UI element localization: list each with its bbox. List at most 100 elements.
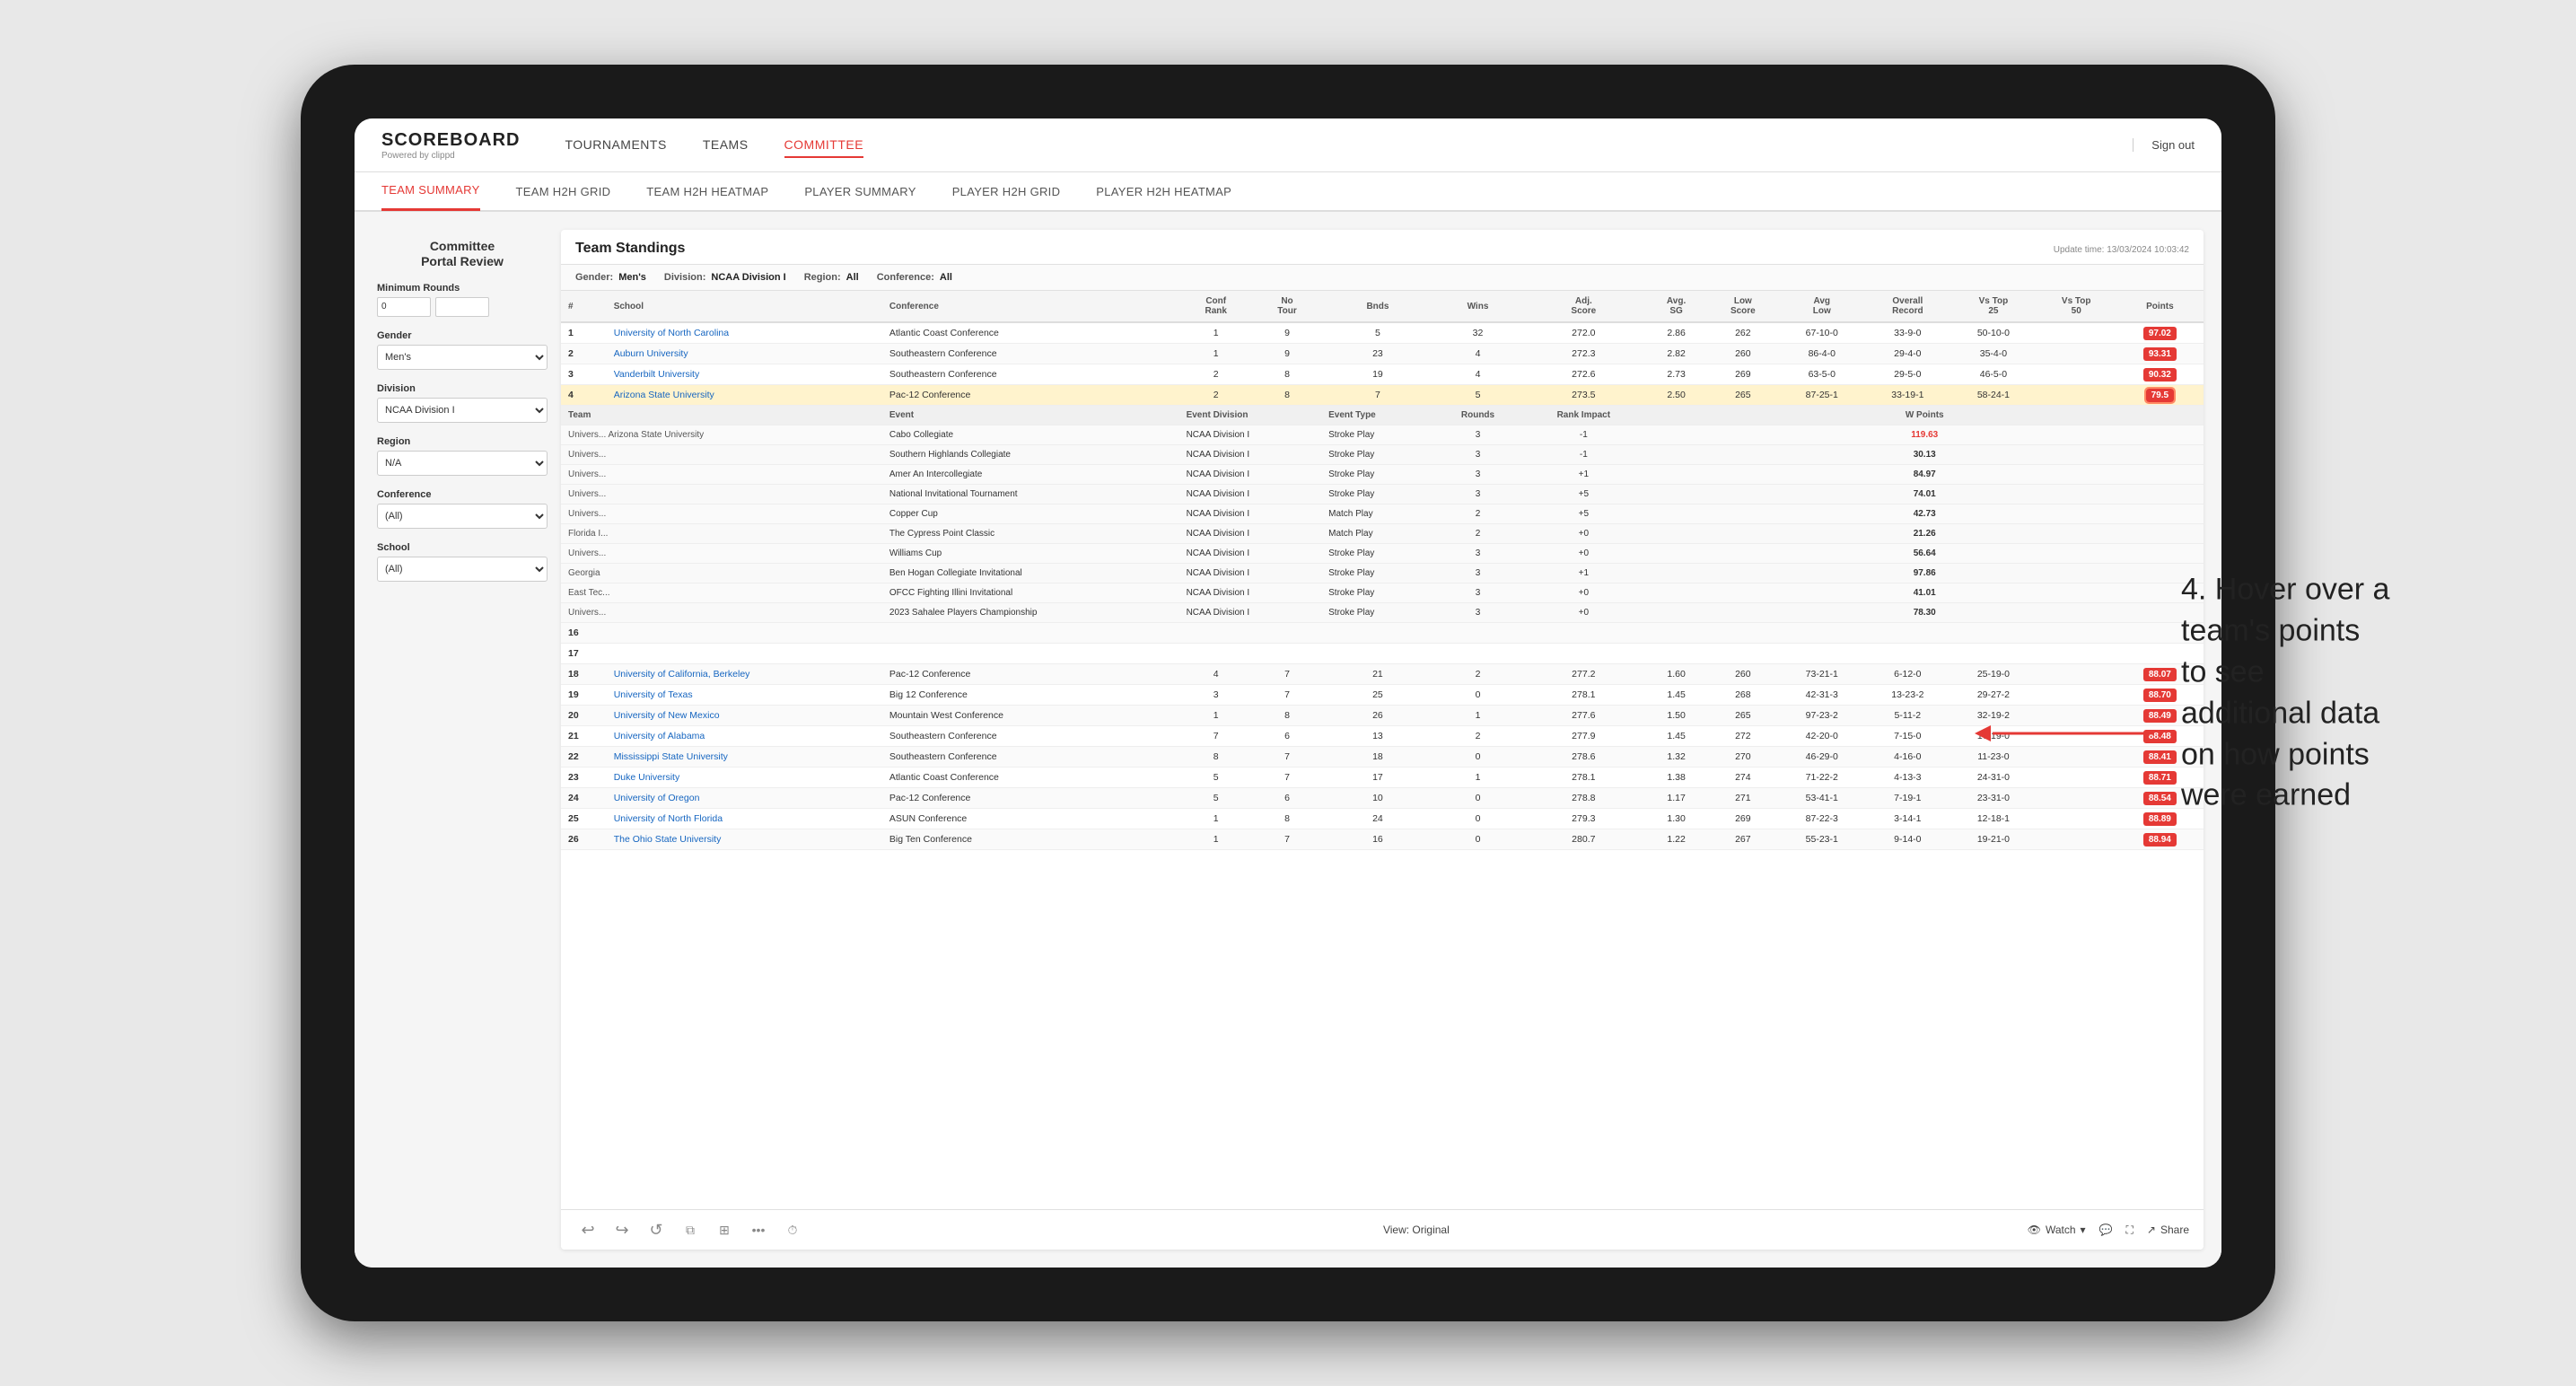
filters-row: Gender: Men's Division: NCAA Division I … [561,265,2204,291]
expand-icon: ⛶ [2126,1224,2134,1237]
filter-rounds-min[interactable] [377,297,431,317]
tablet-device: SCOREBOARD Powered by clippd TOURNAMENTS… [301,65,2275,1321]
cell-conference: Southeastern Conference [882,344,1179,364]
table-header-row: # School Conference ConfRank NoTour Bnds… [561,291,2204,322]
filter-conference: Conference (All) ACC Big Ten [372,489,552,529]
filter-select-gender[interactable]: Men's Women's [377,345,548,370]
cell-points-active[interactable]: 79.5 [2116,385,2204,406]
table-row-highlighted: 4 Arizona State University Pac-12 Confer… [561,385,2204,406]
subnav-team-summary[interactable]: TEAM SUMMARY [381,171,480,211]
sub-table-row: Univers... Williams Cup NCAA Division I … [561,544,2204,564]
col-avg-sg: Avg.SG [1645,291,1706,322]
arrow-annotation [1975,720,2154,747]
cell-school[interactable]: University of North Carolina [607,322,882,344]
table-row: 1 University of North Carolina Atlantic … [561,322,2204,344]
cell-adj: 272.0 [1521,322,1645,344]
cell-points[interactable]: 90.32 [2116,364,2204,385]
filter-range-rounds [377,297,548,317]
col-low-score: LowScore [1707,291,1779,322]
sub-table-row: East Tec... OFCC Fighting Illini Invitat… [561,583,2204,603]
conference-filter-chip: Conference: All [877,272,952,283]
subnav-player-summary[interactable]: PLAYER SUMMARY [804,171,916,211]
grid-button[interactable]: ⊞ [712,1217,737,1242]
sign-out-link[interactable]: Sign out [2133,138,2195,152]
feedback-button[interactable]: 💬 [2099,1224,2113,1236]
undo-button[interactable]: ↩ [575,1217,600,1242]
fullscreen-button[interactable]: ⛶ [2126,1224,2134,1237]
col-tours: NoTour [1253,291,1321,322]
cell-low: 262 [1707,322,1779,344]
division-filter-chip: Division: NCAA Division I [664,272,786,283]
filter-gender: Gender Men's Women's [372,330,552,370]
toolbar-right-actions: 👁 Watch ▾ 💬 ⛶ ↗ Share [2028,1224,2189,1237]
filter-school: School (All) [372,542,552,582]
toolbar-left-actions: ↩ ↪ ↺ ⧉ ⊞ ••• ⏱ [575,1217,805,1242]
filter-select-region[interactable]: N/A East West [377,451,548,476]
cell-rank: 2 [561,344,607,364]
cell-conf-rank: 1 [1179,322,1253,344]
standings-table: # School Conference ConfRank NoTour Bnds… [561,291,2204,850]
cell-school[interactable]: Auburn University [607,344,882,364]
cell-points[interactable]: 93.31 [2116,344,2204,364]
subnav-team-h2h-grid[interactable]: TEAM H2H GRID [516,171,611,211]
table-row: 22 Mississippi State University Southeas… [561,747,2204,768]
subnav-player-h2h-grid[interactable]: PLAYER H2H GRID [952,171,1061,211]
sub-navigation: TEAM SUMMARY TEAM H2H GRID TEAM H2H HEAT… [355,172,2221,212]
cell-rank: 1 [561,322,607,344]
filter-label-region: Region [377,436,548,447]
content-panel: Team Standings Update time: 13/03/2024 1… [561,230,2204,1250]
subnav-player-h2h-heatmap[interactable]: PLAYER H2H HEATMAP [1096,171,1231,211]
watch-button[interactable]: 👁 Watch ▾ [2028,1224,2086,1236]
filter-label-gender: Gender [377,330,548,341]
nav-committee[interactable]: COMMITTEE [784,133,864,158]
sub-table-row: Univers... National Invitational Tournam… [561,485,2204,504]
arrow-svg [1975,720,2154,747]
filter-label-conference: Conference [377,489,548,500]
col-wins: Wins [1434,291,1521,322]
eye-icon: 👁 [2028,1224,2041,1236]
panel-title: Team Standings [575,241,685,257]
more-button[interactable]: ••• [746,1217,771,1242]
sidebar: Committee Portal Review Minimum Rounds G… [372,230,552,1250]
comment-icon: 💬 [2099,1224,2113,1236]
filter-rounds-max[interactable] [435,297,489,317]
table-row: 21 University of Alabama Southeastern Co… [561,726,2204,747]
table-row: 17 [561,644,2204,664]
logo-area: SCOREBOARD Powered by clippd [381,130,520,161]
nav-teams[interactable]: TEAMS [703,133,749,158]
redo-button[interactable]: ↪ [609,1217,635,1242]
subnav-team-h2h-heatmap[interactable]: TEAM H2H HEATMAP [646,171,768,211]
col-adj-score: Adj.Score [1521,291,1645,322]
col-rank: # [561,291,607,322]
copy-button[interactable]: ⧉ [678,1217,703,1242]
gender-filter-chip: Gender: Men's [575,272,646,283]
filter-select-school[interactable]: (All) [377,557,548,582]
sub-table-row: Univers... Amer An Intercollegiate NCAA … [561,465,2204,485]
nav-tournaments[interactable]: TOURNAMENTS [565,133,666,158]
table-row: 18 University of California, Berkeley Pa… [561,664,2204,685]
sub-table-row: Univers... Copper Cup NCAA Division I Ma… [561,504,2204,524]
logo-sub: Powered by clippd [381,151,520,161]
watch-dropdown-icon[interactable]: ▾ [2081,1224,2086,1236]
filter-select-conference[interactable]: (All) ACC Big Ten [377,504,548,529]
cell-points[interactable]: 97.02 [2116,322,2204,344]
reset-button[interactable]: ↺ [644,1217,669,1242]
cell-bnds: 5 [1321,322,1434,344]
col-avg-low: AvgLow [1779,291,1865,322]
table-row: 24 University of Oregon Pac-12 Conferenc… [561,788,2204,809]
table-row: 16 [561,623,2204,644]
panel-header: Team Standings Update time: 13/03/2024 1… [561,230,2204,265]
tablet-screen: SCOREBOARD Powered by clippd TOURNAMENTS… [355,118,2221,1268]
view-original-button[interactable]: View: Original [1383,1224,1450,1236]
table-row: 2 Auburn University Southeastern Confere… [561,344,2204,364]
col-conf-rank: ConfRank [1179,291,1253,322]
region-filter-chip: Region: All [804,272,859,283]
sub-table-row: Univers... Arizona State University Cabo… [561,425,2204,445]
main-content: Committee Portal Review Minimum Rounds G… [355,212,2221,1268]
share-button[interactable]: ↗ Share [2147,1224,2189,1236]
nav-items: TOURNAMENTS TEAMS COMMITTEE [565,133,2133,158]
cell-wins: 32 [1434,322,1521,344]
filter-minimum-rounds: Minimum Rounds [372,283,552,317]
filter-region: Region N/A East West [372,436,552,476]
filter-select-division[interactable]: NCAA Division I NCAA Division II NCAA Di… [377,398,548,423]
